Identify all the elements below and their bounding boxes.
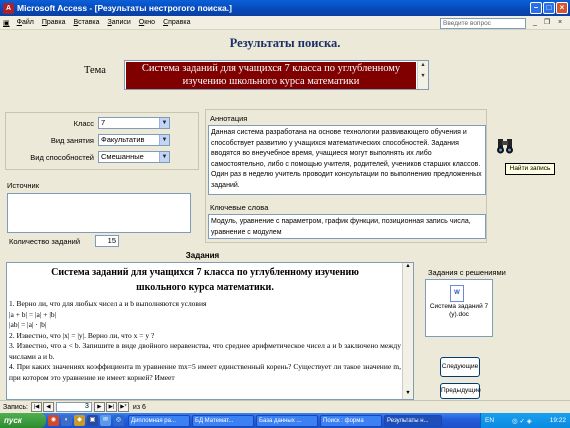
next-button[interactable]: Следующие — [440, 357, 480, 377]
find-record-button[interactable] — [494, 135, 516, 157]
menu-window[interactable]: Окно — [135, 19, 159, 26]
quicklaunch-3-icon[interactable]: ◆ — [74, 415, 85, 426]
chevron-down-icon[interactable]: ▼ — [159, 152, 169, 162]
close-button[interactable]: × — [556, 2, 568, 14]
klass-value: 7 — [101, 118, 106, 127]
doc-menu-icon[interactable]: ▣ — [0, 19, 13, 27]
scroll-down-icon[interactable]: ▼ — [403, 390, 413, 399]
chevron-down-icon[interactable]: ▼ — [159, 135, 169, 145]
kolichestvo-label: Количество заданий — [9, 237, 81, 246]
taskbar-button-bd-matemat[interactable]: БД Математ... — [192, 414, 254, 427]
taskbar-button-baza-dannyh[interactable]: База данных ... — [256, 414, 318, 427]
solution-file-name: Система заданий 7 (у).doc — [429, 303, 489, 318]
quicklaunch-tv-icon[interactable]: ▣ — [87, 415, 98, 426]
keywords-label: Ключевые слова — [210, 203, 269, 212]
zadaniya-scrollbar[interactable]: ▲ ▼ — [402, 263, 413, 399]
task-item-2: 2. Известно, что |x| = |y|. Верно ли, чт… — [9, 330, 155, 340]
help-question-input[interactable]: Введите вопрос — [440, 17, 526, 29]
quicklaunch-2-icon[interactable]: ◐ — [61, 415, 72, 426]
menu-help[interactable]: Справка — [159, 19, 194, 26]
kolichestvo-field[interactable]: 15 — [95, 235, 119, 247]
mdi-restore-icon[interactable]: ❐ — [542, 17, 552, 28]
task-eq-2: |ab| = |a| · |b| — [9, 320, 47, 329]
quicklaunch-1-icon[interactable]: ◉ — [48, 415, 59, 426]
taskbar-button-diplomnaya[interactable]: Дипломная ра... — [128, 414, 190, 427]
record-navigator: Запись: |◀ ◀ 3 ▶ ▶| ▶* из 6 — [0, 400, 570, 413]
klass-combo[interactable]: 7 ▼ — [98, 117, 170, 129]
start-label: пуск — [4, 416, 22, 425]
task-eq-1: |a + b| = |a| + |b| — [9, 309, 57, 319]
menu-file[interactable]: Файл — [13, 19, 38, 26]
menu-edit[interactable]: Правка — [38, 19, 70, 26]
title-bar: A Microsoft Access - [Результаты нестрог… — [0, 0, 570, 16]
annotation-label: Аннотация — [210, 114, 248, 123]
menu-bar: ▣ Файл Правка Вставка Записи Окно Справк… — [0, 16, 570, 30]
vid-zanyatiya-combo[interactable]: Факультатив ▼ — [98, 134, 170, 146]
quicklaunch-6-icon[interactable]: ◎ — [113, 415, 124, 426]
new-record-icon[interactable]: ▶* — [117, 402, 129, 412]
mdi-close-icon[interactable]: × — [555, 17, 565, 28]
record-number-input[interactable]: 3 — [55, 402, 92, 412]
vid-zanyatiya-value: Факультатив — [101, 135, 145, 144]
tema-scrollbar[interactable]: ▲ ▼ — [417, 61, 428, 89]
zadaniya-content: Система заданий для учащихся 7 класса по… — [9, 265, 401, 383]
solutions-label: Задания с решениями — [428, 268, 506, 277]
annotation-field[interactable]: Данная система разработана на основе тех… — [208, 125, 486, 195]
start-button[interactable]: пуск — [0, 413, 46, 428]
word-document-icon[interactable]: W — [450, 285, 464, 302]
access-app-icon[interactable]: A — [3, 2, 14, 14]
system-tray: EN ◎ ✓ ◈ 19:22 — [480, 413, 570, 428]
menu-insert[interactable]: Вставка — [70, 19, 104, 26]
istochnik-field[interactable] — [7, 193, 191, 233]
tema-value: Система заданий для учащихся 7 класса по… — [126, 62, 416, 89]
tema-label: Тема — [84, 65, 106, 76]
tema-field[interactable]: Система заданий для учащихся 7 класса по… — [124, 60, 429, 90]
first-record-icon[interactable]: |◀ — [30, 402, 42, 412]
previous-button[interactable]: Предыдущие — [440, 383, 481, 399]
keywords-field[interactable]: Модуль, уравнение с параметром, график ф… — [208, 214, 486, 239]
zadaniya-title-line1: Система заданий для учащихся 7 класса по… — [51, 267, 359, 278]
scroll-down-icon[interactable]: ▼ — [418, 72, 428, 81]
zadaniya-title: Система заданий для учащихся 7 класса по… — [9, 265, 401, 295]
last-record-icon[interactable]: ▶| — [105, 402, 117, 412]
menu-records[interactable]: Записи — [104, 19, 135, 26]
binoculars-icon — [497, 139, 513, 154]
quicklaunch-5-icon[interactable]: ✉ — [100, 415, 111, 426]
zadaniya-label: Задания — [185, 251, 220, 260]
prev-record-icon[interactable]: ◀ — [42, 402, 54, 412]
vid-sposobnostei-value: Смешанные — [101, 152, 144, 161]
clock: 19:22 — [549, 417, 566, 424]
next-record-icon[interactable]: ▶ — [93, 402, 105, 412]
taskbar: пуск ◉ ◐ ◆ ▣ ✉ ◎ Дипломная ра... БД Мате… — [0, 413, 570, 428]
maximize-button[interactable]: □ — [543, 2, 555, 14]
form-heading: Результаты поиска. — [229, 36, 341, 50]
tray-icons[interactable]: ◎ ✓ ◈ — [512, 417, 532, 425]
taskbar-button-poisk-forma[interactable]: Поиск : форма — [320, 414, 382, 427]
zadaniya-title-line2: школьного курса математики. — [136, 282, 274, 293]
task-item-1: 1. Верно ли, что для любых чисел a и b в… — [9, 299, 207, 308]
vid-sposobnostei-combo[interactable]: Смешанные ▼ — [98, 151, 170, 163]
zadaniya-field[interactable]: Система заданий для учащихся 7 класса по… — [6, 262, 414, 400]
taskbar-button-rezultaty[interactable]: Результаты н... — [384, 414, 442, 427]
scroll-up-icon[interactable]: ▲ — [418, 61, 428, 70]
record-label: Запись: — [3, 403, 28, 411]
language-indicator[interactable]: EN — [485, 417, 494, 424]
vid-zanyatiya-label: Вид занятия — [50, 136, 94, 145]
task-item-4: 4. При каких значениях коэффициента m ур… — [9, 362, 401, 382]
istochnik-label: Источник — [7, 181, 40, 190]
scroll-up-icon[interactable]: ▲ — [403, 263, 413, 272]
record-total: из 6 — [132, 403, 146, 411]
klass-label: Класс — [73, 119, 94, 128]
chevron-down-icon[interactable]: ▼ — [159, 118, 169, 128]
task-item-3: 3. Известно, что a < b. Запишите в виде … — [9, 341, 401, 361]
mdi-minimize-icon[interactable]: _ — [530, 17, 540, 28]
find-tooltip: Найти запись — [505, 163, 555, 175]
minimize-button[interactable]: – — [530, 2, 542, 14]
window-title: Microsoft Access - [Результаты нестрогог… — [17, 3, 232, 13]
vid-sposobnostei-label: Вид способностей — [30, 153, 94, 162]
solutions-field[interactable]: W Система заданий 7 (у).doc — [425, 279, 493, 337]
